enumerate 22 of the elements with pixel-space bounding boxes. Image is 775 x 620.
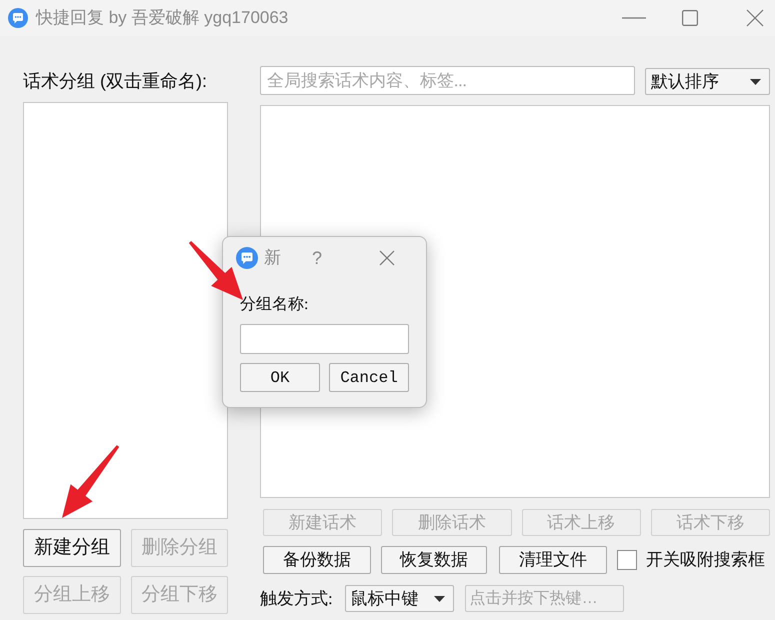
sort-dropdown[interactable]: 默认排序 xyxy=(645,68,770,95)
hotkey-field[interactable]: 点击并按下热键… xyxy=(464,585,624,612)
group-name-label: 分组名称: xyxy=(240,295,310,315)
snap-checkbox[interactable] xyxy=(617,550,637,570)
trigger-label: 触发方式: xyxy=(260,588,333,610)
trigger-dropdown[interactable]: 鼠标中键 xyxy=(344,585,454,612)
window-title: 快捷回复 by 吾爱破解 ygq170063 xyxy=(36,7,288,30)
new-group-button[interactable]: 新建分组 xyxy=(23,529,120,567)
caret-icon xyxy=(434,596,445,602)
clean-files-button[interactable]: 清理文件 xyxy=(499,546,607,574)
group-name-field[interactable] xyxy=(240,324,409,354)
chat-bubble-icon xyxy=(236,247,258,269)
chat-bubble-icon xyxy=(8,8,28,28)
groups-label: 话术分组 (双击重命名): xyxy=(23,70,207,93)
caret-icon xyxy=(750,78,761,84)
search-field[interactable]: 全局搜索话术内容、标签... xyxy=(260,66,635,95)
dialog-title: 新 xyxy=(264,247,281,270)
snap-checkbox-label: 开关吸附搜索框 xyxy=(646,549,765,572)
backup-data-button[interactable]: 备份数据 xyxy=(263,546,371,574)
ok-button[interactable]: OK xyxy=(240,363,320,392)
cancel-button[interactable]: Cancel xyxy=(329,363,409,392)
restore-data-button[interactable]: 恢复数据 xyxy=(381,546,487,574)
